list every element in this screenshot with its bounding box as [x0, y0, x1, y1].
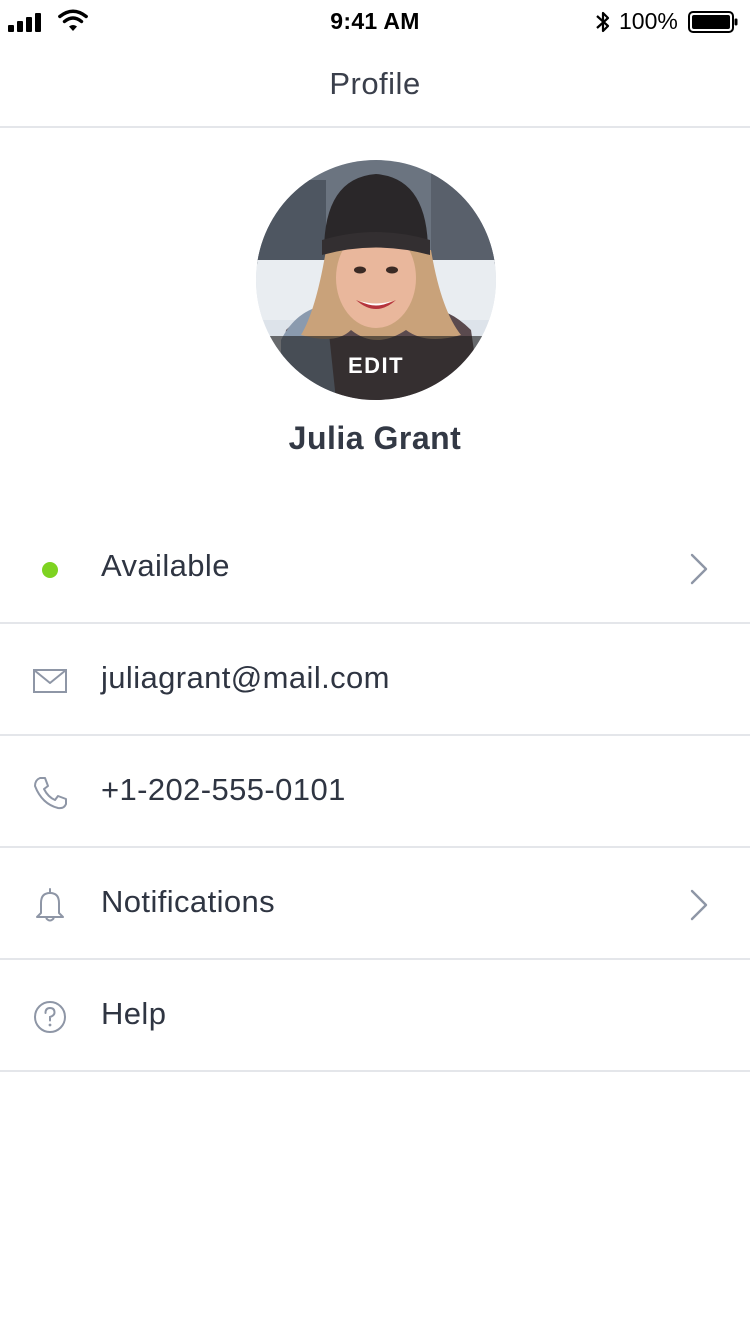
phone-icon — [34, 777, 67, 810]
status-bar: 9:41 AM 100% — [0, 0, 750, 44]
bluetooth-icon — [596, 11, 610, 33]
phone-label: +1-202-555-0101 — [101, 772, 346, 807]
chevron-right-icon — [690, 889, 708, 921]
battery-percent: 100% — [619, 8, 678, 34]
user-name: Julia Grant — [288, 420, 462, 456]
page-title: Profile — [329, 66, 421, 101]
help-row[interactable]: Help — [0, 960, 750, 1072]
nav-divider — [0, 126, 750, 128]
help-label: Help — [101, 996, 167, 1031]
chevron-right-icon — [690, 553, 708, 585]
avatar-edit-button[interactable]: EDIT — [256, 160, 496, 400]
battery-icon — [688, 11, 738, 33]
profile-menu-list: Available juliagrant@mail.com +1-202-555… — [0, 512, 750, 1072]
help-circle-icon — [34, 1001, 66, 1033]
email-row[interactable]: juliagrant@mail.com — [0, 624, 750, 736]
profile-screen: 9:41 AM 100% Profile EDIT Julia Grant Av… — [0, 0, 750, 1334]
envelope-icon — [33, 669, 67, 693]
notifications-label: Notifications — [101, 884, 276, 919]
bell-icon — [36, 888, 64, 922]
notifications-row[interactable]: Notifications — [0, 848, 750, 960]
avatar-edit-label: EDIT — [347, 353, 405, 378]
email-label: juliagrant@mail.com — [101, 660, 390, 695]
availability-label: Available — [101, 548, 230, 583]
phone-row[interactable]: +1-202-555-0101 — [0, 736, 750, 848]
status-dot-icon — [42, 562, 58, 578]
availability-row[interactable]: Available — [0, 512, 750, 624]
